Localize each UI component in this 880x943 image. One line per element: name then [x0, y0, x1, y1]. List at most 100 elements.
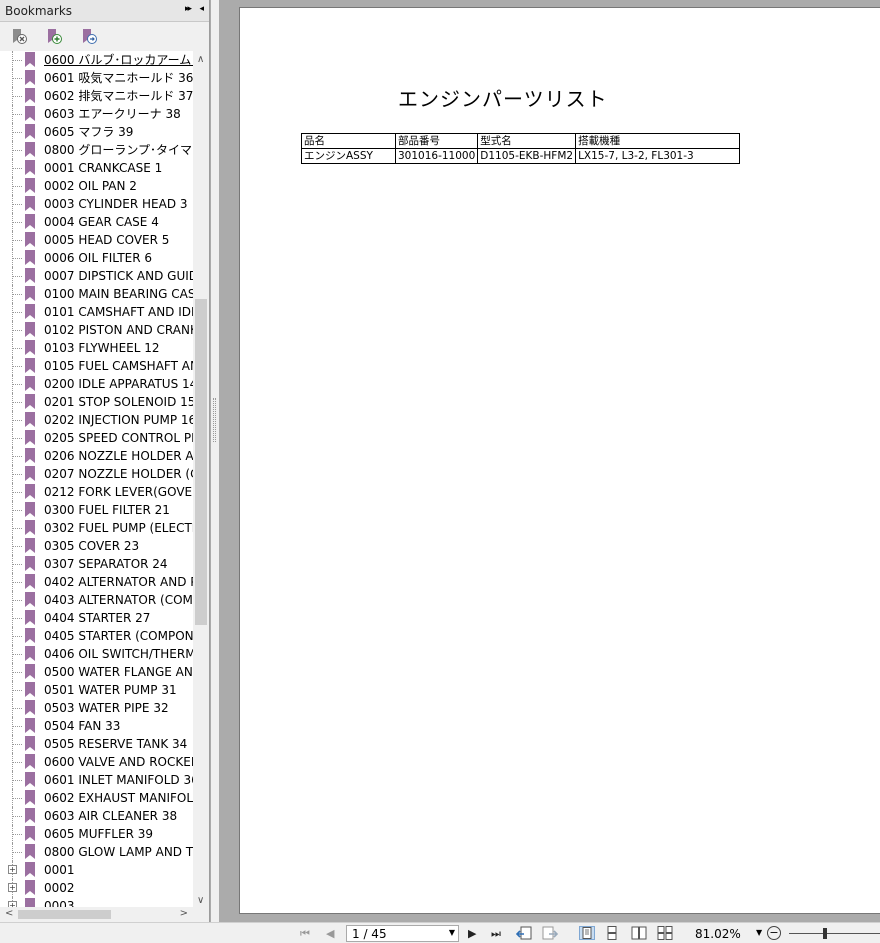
previous-page-icon[interactable]: ◀: [326, 927, 334, 940]
bookmark-horizontal-scrollbar[interactable]: < >: [0, 907, 193, 922]
bookmark-item[interactable]: 0205 SPEED CONTROL PLA: [0, 429, 193, 447]
expand-node-icon[interactable]: +: [8, 883, 17, 892]
bookmark-icon: [25, 88, 35, 103]
table-cell: LX15-7, L3-2, FL301-3: [575, 148, 741, 164]
tree-connector: [13, 564, 22, 565]
continuous-view-icon[interactable]: [604, 926, 620, 940]
bookmark-item[interactable]: 0004 GEAR CASE 4: [0, 213, 193, 231]
pdf-page: エンジンパーツリスト 品名 部品番号 型式名 搭載機種 エンジンASSY 301…: [239, 7, 880, 914]
new-bookmark-icon[interactable]: [46, 28, 62, 45]
last-page-icon[interactable]: ⏭: [491, 927, 501, 941]
parts-table: 品名 部品番号 型式名 搭載機種 エンジンASSY 301016-11000 D…: [301, 133, 741, 164]
bookmark-item[interactable]: 0406 OIL SWITCH/THERMO: [0, 645, 193, 663]
bookmark-icon: [25, 844, 35, 859]
bookmark-item[interactable]: 0305 COVER 23: [0, 537, 193, 555]
bookmark-item[interactable]: +0002: [0, 879, 193, 897]
single-page-view-icon[interactable]: [579, 926, 595, 940]
bookmark-item[interactable]: 0601 INLET MANIFOLD 36: [0, 771, 193, 789]
bookmark-icon: [25, 808, 35, 823]
first-page-icon[interactable]: ⏮: [300, 927, 310, 941]
chevron-down-icon[interactable]: ▼: [449, 928, 455, 937]
bookmark-icon: [25, 322, 35, 337]
tree-connector: [13, 348, 22, 349]
bookmark-item[interactable]: 0405 STARTER (COMPONE: [0, 627, 193, 645]
tree-connector: [13, 168, 22, 169]
bookmark-item[interactable]: 0501 WATER PUMP 31: [0, 681, 193, 699]
bookmark-item[interactable]: 0602 排気マニホールド 37: [0, 87, 193, 105]
expand-node-icon[interactable]: +: [8, 865, 17, 874]
previous-view-icon[interactable]: [516, 926, 533, 941]
scroll-right-icon[interactable]: >: [180, 908, 188, 919]
bookmark-label: 0205 SPEED CONTROL PLA: [44, 431, 193, 445]
bookmark-item[interactable]: 0800 GLOW LAMP AND TIM: [0, 843, 193, 861]
scroll-up-icon[interactable]: ∧: [197, 54, 204, 65]
bookmark-item[interactable]: 0302 FUEL PUMP (ELECTRI: [0, 519, 193, 537]
bookmark-item[interactable]: 0200 IDLE APPARATUS 14: [0, 375, 193, 393]
bookmark-item[interactable]: 0404 STARTER 27: [0, 609, 193, 627]
bookmark-item[interactable]: 0300 FUEL FILTER 21: [0, 501, 193, 519]
panel-splitter[interactable]: [211, 0, 219, 922]
page-number-field[interactable]: 1 / 45 ▼: [346, 925, 459, 942]
splitter-grip[interactable]: [213, 398, 216, 442]
bookmark-item[interactable]: 0505 RESERVE TANK 34: [0, 735, 193, 753]
horizontal-scroll-thumb[interactable]: [18, 910, 111, 919]
bookmark-item[interactable]: 0603 AIR CLEANER 38: [0, 807, 193, 825]
bookmark-properties-icon[interactable]: [81, 28, 97, 45]
zoom-slider-track[interactable]: [789, 933, 880, 934]
facing-view-icon[interactable]: [631, 926, 647, 940]
zoom-slider-thumb[interactable]: [823, 928, 827, 939]
bookmark-item[interactable]: 0602 EXHAUST MANIFOLD: [0, 789, 193, 807]
bookmark-icon: [25, 862, 35, 877]
bookmark-item[interactable]: 0600 バルブ･ロッカアーム 35: [0, 51, 193, 69]
bookmark-item[interactable]: 0307 SEPARATOR 24: [0, 555, 193, 573]
tree-connector: [13, 492, 22, 493]
collapse-panel-icon[interactable]: ◂: [199, 4, 204, 14]
bookmark-item[interactable]: 0102 PISTON AND CRANKS: [0, 321, 193, 339]
bookmark-item[interactable]: 0101 CAMSHAFT AND IDLE: [0, 303, 193, 321]
bookmark-item[interactable]: 0100 MAIN BEARING CASE: [0, 285, 193, 303]
bookmark-item[interactable]: 0001 CRANKCASE 1: [0, 159, 193, 177]
bookmark-item[interactable]: 0202 INJECTION PUMP 16: [0, 411, 193, 429]
bookmark-item[interactable]: 0605 MUFFLER 39: [0, 825, 193, 843]
bookmark-item[interactable]: 0003 CYLINDER HEAD 3: [0, 195, 193, 213]
bookmark-item[interactable]: +0001: [0, 861, 193, 879]
table-cell: エンジンASSY: [301, 148, 396, 164]
expand-panel-icon[interactable]: ▸▸: [185, 4, 192, 14]
next-page-icon[interactable]: ▶: [468, 927, 476, 940]
bookmark-item[interactable]: 0504 FAN 33: [0, 717, 193, 735]
bookmark-item[interactable]: 0503 WATER PIPE 32: [0, 699, 193, 717]
tree-connector: [13, 78, 22, 79]
tree-connector: [13, 96, 22, 97]
bookmark-vertical-scrollbar[interactable]: ∧ ∨: [193, 51, 209, 909]
bookmark-item[interactable]: 0105 FUEL CAMSHAFT AND: [0, 357, 193, 375]
bookmark-item[interactable]: 0402 ALTERNATOR AND P: [0, 573, 193, 591]
vertical-scroll-thumb[interactable]: [195, 299, 207, 625]
bookmark-item[interactable]: 0006 OIL FILTER 6: [0, 249, 193, 267]
bookmark-item[interactable]: 0800 グローランプ･タイマ 40: [0, 141, 193, 159]
bookmark-item[interactable]: 0212 FORK LEVER(GOVERN: [0, 483, 193, 501]
continuous-facing-view-icon[interactable]: [657, 926, 673, 940]
bookmark-item[interactable]: 0605 マフラ 39: [0, 123, 193, 141]
document-viewer[interactable]: エンジンパーツリスト 品名 部品番号 型式名 搭載機種 エンジンASSY 301…: [219, 0, 880, 922]
bookmark-item[interactable]: 0601 吸気マニホールド 36: [0, 69, 193, 87]
bookmark-item[interactable]: 0206 NOZZLE HOLDER AND: [0, 447, 193, 465]
scroll-down-icon[interactable]: ∨: [197, 895, 204, 906]
bookmark-item[interactable]: 0603 エアークリーナ 38: [0, 105, 193, 123]
bookmark-item[interactable]: 0103 FLYWHEEL 12: [0, 339, 193, 357]
scroll-left-icon[interactable]: <: [5, 908, 13, 919]
zoom-out-icon[interactable]: −: [767, 926, 781, 940]
bookmark-item[interactable]: 0007 DIPSTICK AND GUIDE: [0, 267, 193, 285]
zoom-level[interactable]: 81.02%: [695, 927, 741, 941]
bookmark-item[interactable]: 0403 ALTERNATOR (COMP: [0, 591, 193, 609]
next-view-icon[interactable]: [541, 926, 558, 941]
bookmark-item[interactable]: 0002 OIL PAN 2: [0, 177, 193, 195]
bookmark-icon: [25, 430, 35, 445]
bookmark-item[interactable]: 0207 NOZZLE HOLDER (CO: [0, 465, 193, 483]
bookmark-item[interactable]: 0500 WATER FLANGE AND: [0, 663, 193, 681]
bookmark-item[interactable]: 0005 HEAD COVER 5: [0, 231, 193, 249]
zoom-dropdown-icon[interactable]: ▼: [756, 928, 762, 937]
tree-connector: [13, 114, 22, 115]
bookmark-item[interactable]: 0600 VALVE AND ROCKER: [0, 753, 193, 771]
bookmark-item[interactable]: 0201 STOP SOLENOID 15: [0, 393, 193, 411]
delete-bookmark-icon[interactable]: [11, 28, 27, 45]
